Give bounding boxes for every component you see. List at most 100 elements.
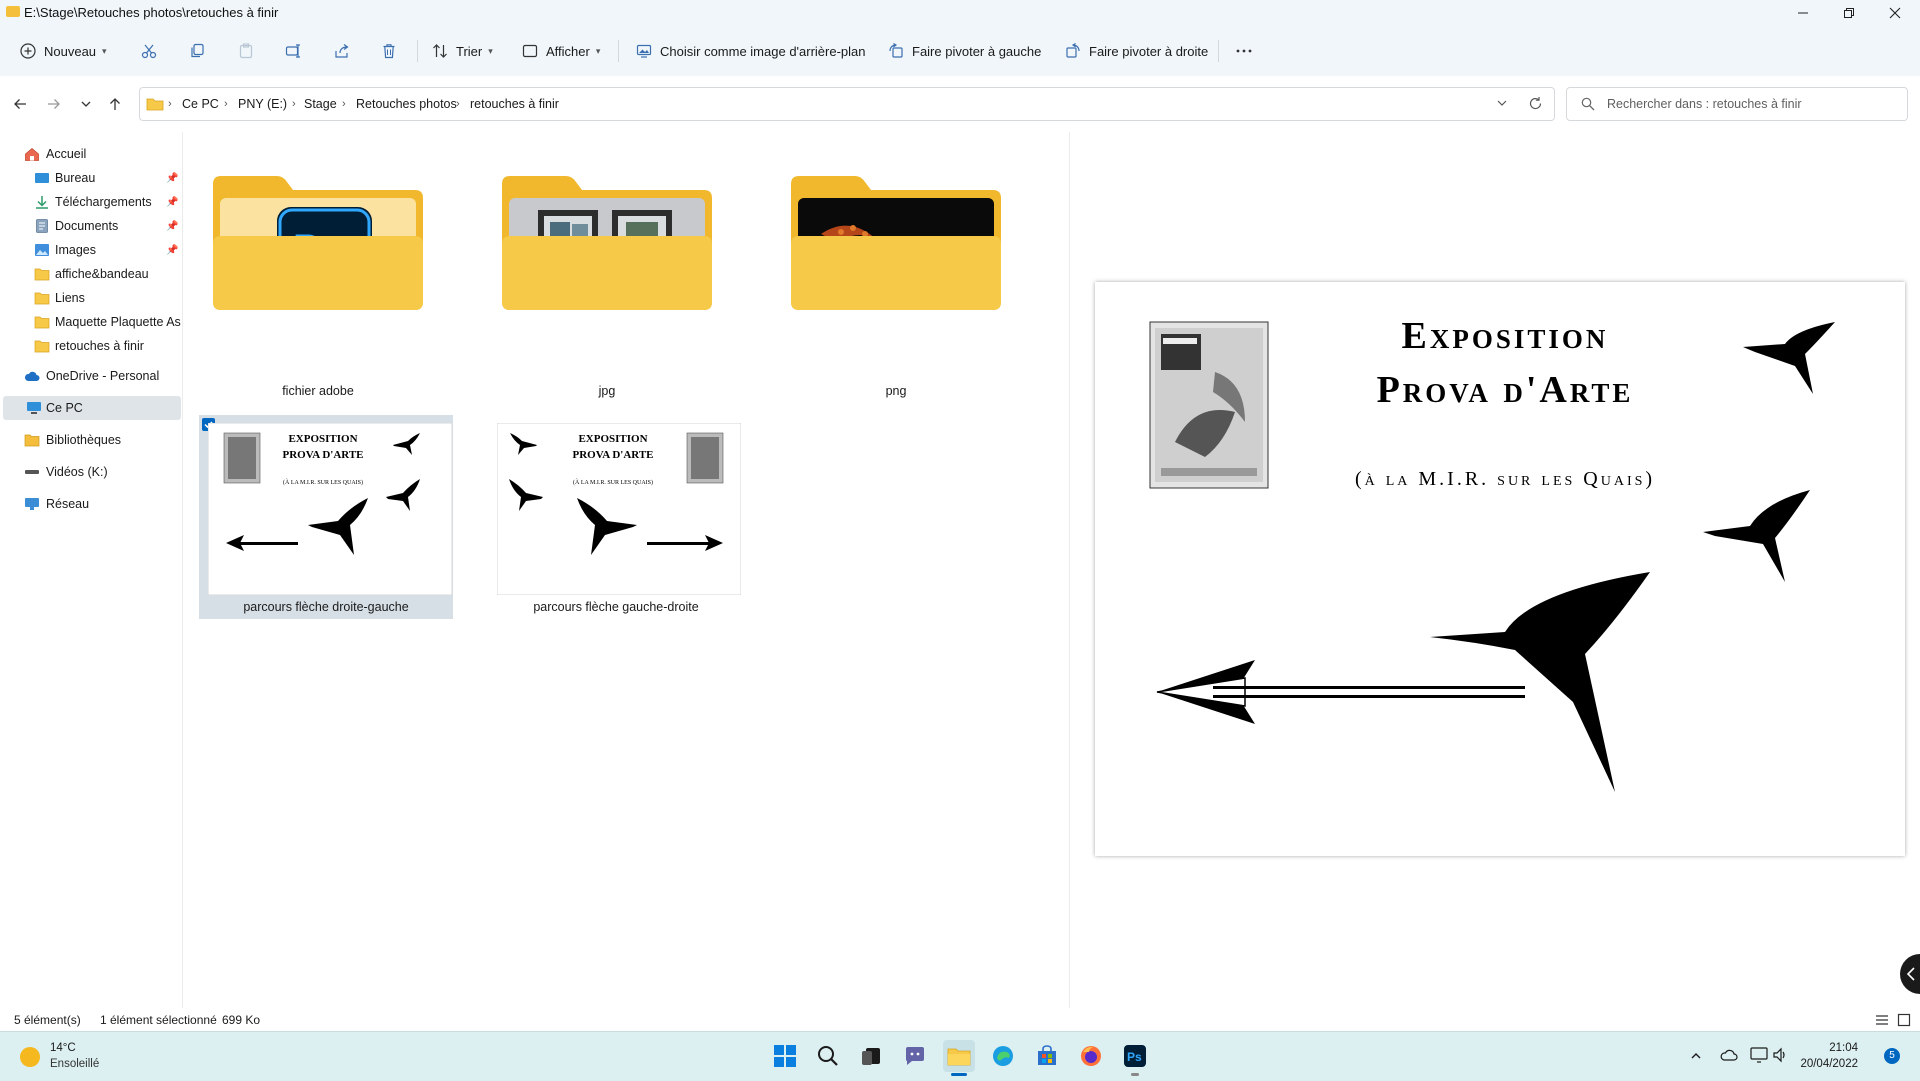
collapse-pane-button[interactable] [1900, 954, 1920, 994]
sidebar-item-drive[interactable]: Vidéos (K:) [0, 460, 181, 484]
drive-icon [25, 470, 39, 474]
cut-button[interactable] [141, 26, 157, 76]
notification-badge[interactable]: 5 [1884, 1048, 1900, 1064]
search-input[interactable]: Rechercher dans : retouches à finir [1566, 87, 1908, 121]
sidebar-item-label: Accueil [46, 147, 87, 161]
sidebar-item-folder[interactable]: Maquette Plaquette Ass [0, 310, 181, 334]
close-button[interactable] [1872, 0, 1918, 26]
sidebar-item-onedrive[interactable]: OneDrive - Personal [0, 364, 181, 388]
sidebar-item-label: Téléchargements [55, 195, 152, 209]
share-button[interactable] [334, 26, 350, 76]
more-options-button[interactable] [1235, 26, 1253, 76]
sidebar-item-label: Documents [55, 219, 119, 233]
sort-label: Trier [456, 43, 483, 59]
sidebar-item-network[interactable]: Réseau [0, 492, 181, 516]
search-button[interactable] [812, 1040, 844, 1072]
svg-text:EXPOSITION: EXPOSITION [578, 433, 647, 445]
folder-item[interactable]: jpg [502, 162, 712, 407]
more-icon [1236, 49, 1252, 53]
set-background-button[interactable]: Choisir comme image d'arrière-plan [636, 26, 866, 76]
maximize-button[interactable] [1826, 0, 1872, 26]
recent-locations-button[interactable] [72, 90, 100, 118]
svg-text:Ps: Ps [1127, 1050, 1142, 1064]
title-bar[interactable]: E:\Stage\Retouches photos\retouches à fi… [0, 0, 1920, 26]
chevron-right-icon: › [456, 98, 460, 110]
wallpaper-icon [636, 44, 652, 58]
hummingbird-icon [1430, 572, 1650, 792]
clock-date[interactable]: 20/04/2022 [1796, 1058, 1858, 1070]
sidebar-item-label: Liens [55, 291, 85, 305]
file-list: Ps fichier adobe jpg [183, 132, 1068, 1012]
delete-button[interactable] [381, 26, 397, 76]
running-indicator [1131, 1073, 1139, 1076]
folder-icon [502, 176, 712, 310]
speaker-icon [1773, 1047, 1785, 1063]
copy-button[interactable] [189, 26, 205, 76]
sidebar-item-home[interactable]: Accueil [0, 142, 181, 166]
sidebar-item-downloads[interactable]: Téléchargements 📌 [0, 190, 181, 214]
chat-button[interactable] [899, 1040, 931, 1072]
details-view-icon [1876, 1015, 1888, 1025]
sidebar-item-this-pc[interactable]: Ce PC [3, 396, 181, 420]
status-bar: 5 élément(s) 1 élément sélectionné 699 K… [0, 1008, 1920, 1032]
sidebar-item-label: OneDrive - Personal [46, 369, 160, 383]
breadcrumb-item[interactable]: retouches à finir [470, 88, 559, 120]
sidebar-item-label: Vidéos (K:) [46, 465, 108, 479]
weather-condition[interactable]: Ensoleillé [50, 1058, 99, 1070]
rotate-right-button[interactable]: Faire pivoter à droite [1065, 26, 1208, 76]
folder-icon [6, 6, 20, 17]
back-button[interactable] [6, 90, 34, 118]
navigation-pane: Accueil Bureau 📌 Téléchargements 📌 Docum… [0, 132, 183, 1012]
sidebar-item-label: retouches à finir [55, 339, 144, 353]
pc-icon [27, 402, 41, 414]
start-button[interactable] [769, 1040, 801, 1072]
chevron-down-icon [81, 101, 91, 107]
image-file-item[interactable]: EXPOSITION PROVA D'ARTE (À LA M.I.R. SUR… [489, 415, 743, 619]
store-button[interactable] [1031, 1040, 1063, 1072]
address-bar[interactable]: › Ce PC › PNY (E:) › Stage › Retouches p… [139, 87, 1555, 121]
edge-button[interactable] [987, 1040, 1019, 1072]
new-label: Nouveau [44, 43, 97, 59]
breadcrumb-item[interactable]: Retouches photos [356, 88, 457, 120]
sidebar-item-documents[interactable]: Documents 📌 [0, 214, 181, 238]
paste-button[interactable] [238, 26, 254, 76]
task-view-button[interactable] [855, 1040, 887, 1072]
hummingbird-icon [1743, 322, 1835, 394]
minimize-button[interactable] [1780, 0, 1826, 26]
rotate-left-icon [889, 43, 903, 58]
sidebar-item-folder[interactable]: Liens [0, 286, 181, 310]
chevron-down-icon [1497, 100, 1507, 106]
folder-item[interactable]: Ps fichier adobe [213, 162, 423, 407]
file-name: fichier adobe [282, 384, 354, 398]
file-explorer-taskbar-button[interactable] [943, 1040, 975, 1076]
sidebar-item-desktop[interactable]: Bureau 📌 [0, 166, 181, 190]
rotate-left-button[interactable]: Faire pivoter à gauche [888, 26, 1041, 76]
sidebar-item-libraries[interactable]: Bibliothèques [0, 428, 181, 452]
sidebar-item-pictures[interactable]: Images 📌 [0, 238, 181, 262]
image-file-item[interactable]: EXPOSITION PROVA D'ARTE (À LA M.I.R. SUR… [199, 415, 453, 619]
sort-button[interactable]: Trier ▾ [432, 26, 493, 76]
weather-temp[interactable]: 14°C [50, 1042, 76, 1054]
breadcrumb-item[interactable]: Stage [304, 88, 337, 120]
image-preview: Exposition Prova d'Arte (à la M.I.R. sur… [1095, 282, 1905, 856]
sidebar-item-folder[interactable]: affiche&bandeau [0, 262, 181, 286]
firefox-button[interactable] [1075, 1040, 1107, 1072]
up-button[interactable] [101, 90, 129, 118]
breadcrumb-item[interactable]: Ce PC [182, 88, 219, 120]
rotate-right-icon [1066, 43, 1080, 58]
sidebar-item-label: Maquette Plaquette Ass [55, 315, 181, 329]
rename-button[interactable] [285, 26, 301, 76]
view-button[interactable]: Afficher ▾ [522, 26, 600, 76]
file-name: jpg [598, 384, 616, 398]
image-thumbnail: EXPOSITION PROVA D'ARTE (À LA M.I.R. SUR… [497, 423, 741, 595]
new-button[interactable]: Nouveau ▾ [20, 26, 107, 76]
forward-button[interactable] [40, 90, 68, 118]
sidebar-item-label: Bureau [55, 171, 96, 185]
chevron-right-icon: › [168, 98, 172, 110]
sidebar-item-folder[interactable]: retouches à finir [0, 334, 181, 358]
clock-time[interactable]: 21:04 [1806, 1042, 1858, 1054]
breadcrumb-item[interactable]: PNY (E:) [238, 88, 287, 120]
photoshop-button[interactable]: Ps [1119, 1040, 1151, 1076]
download-icon [36, 196, 48, 209]
folder-item[interactable]: png [791, 162, 1001, 407]
